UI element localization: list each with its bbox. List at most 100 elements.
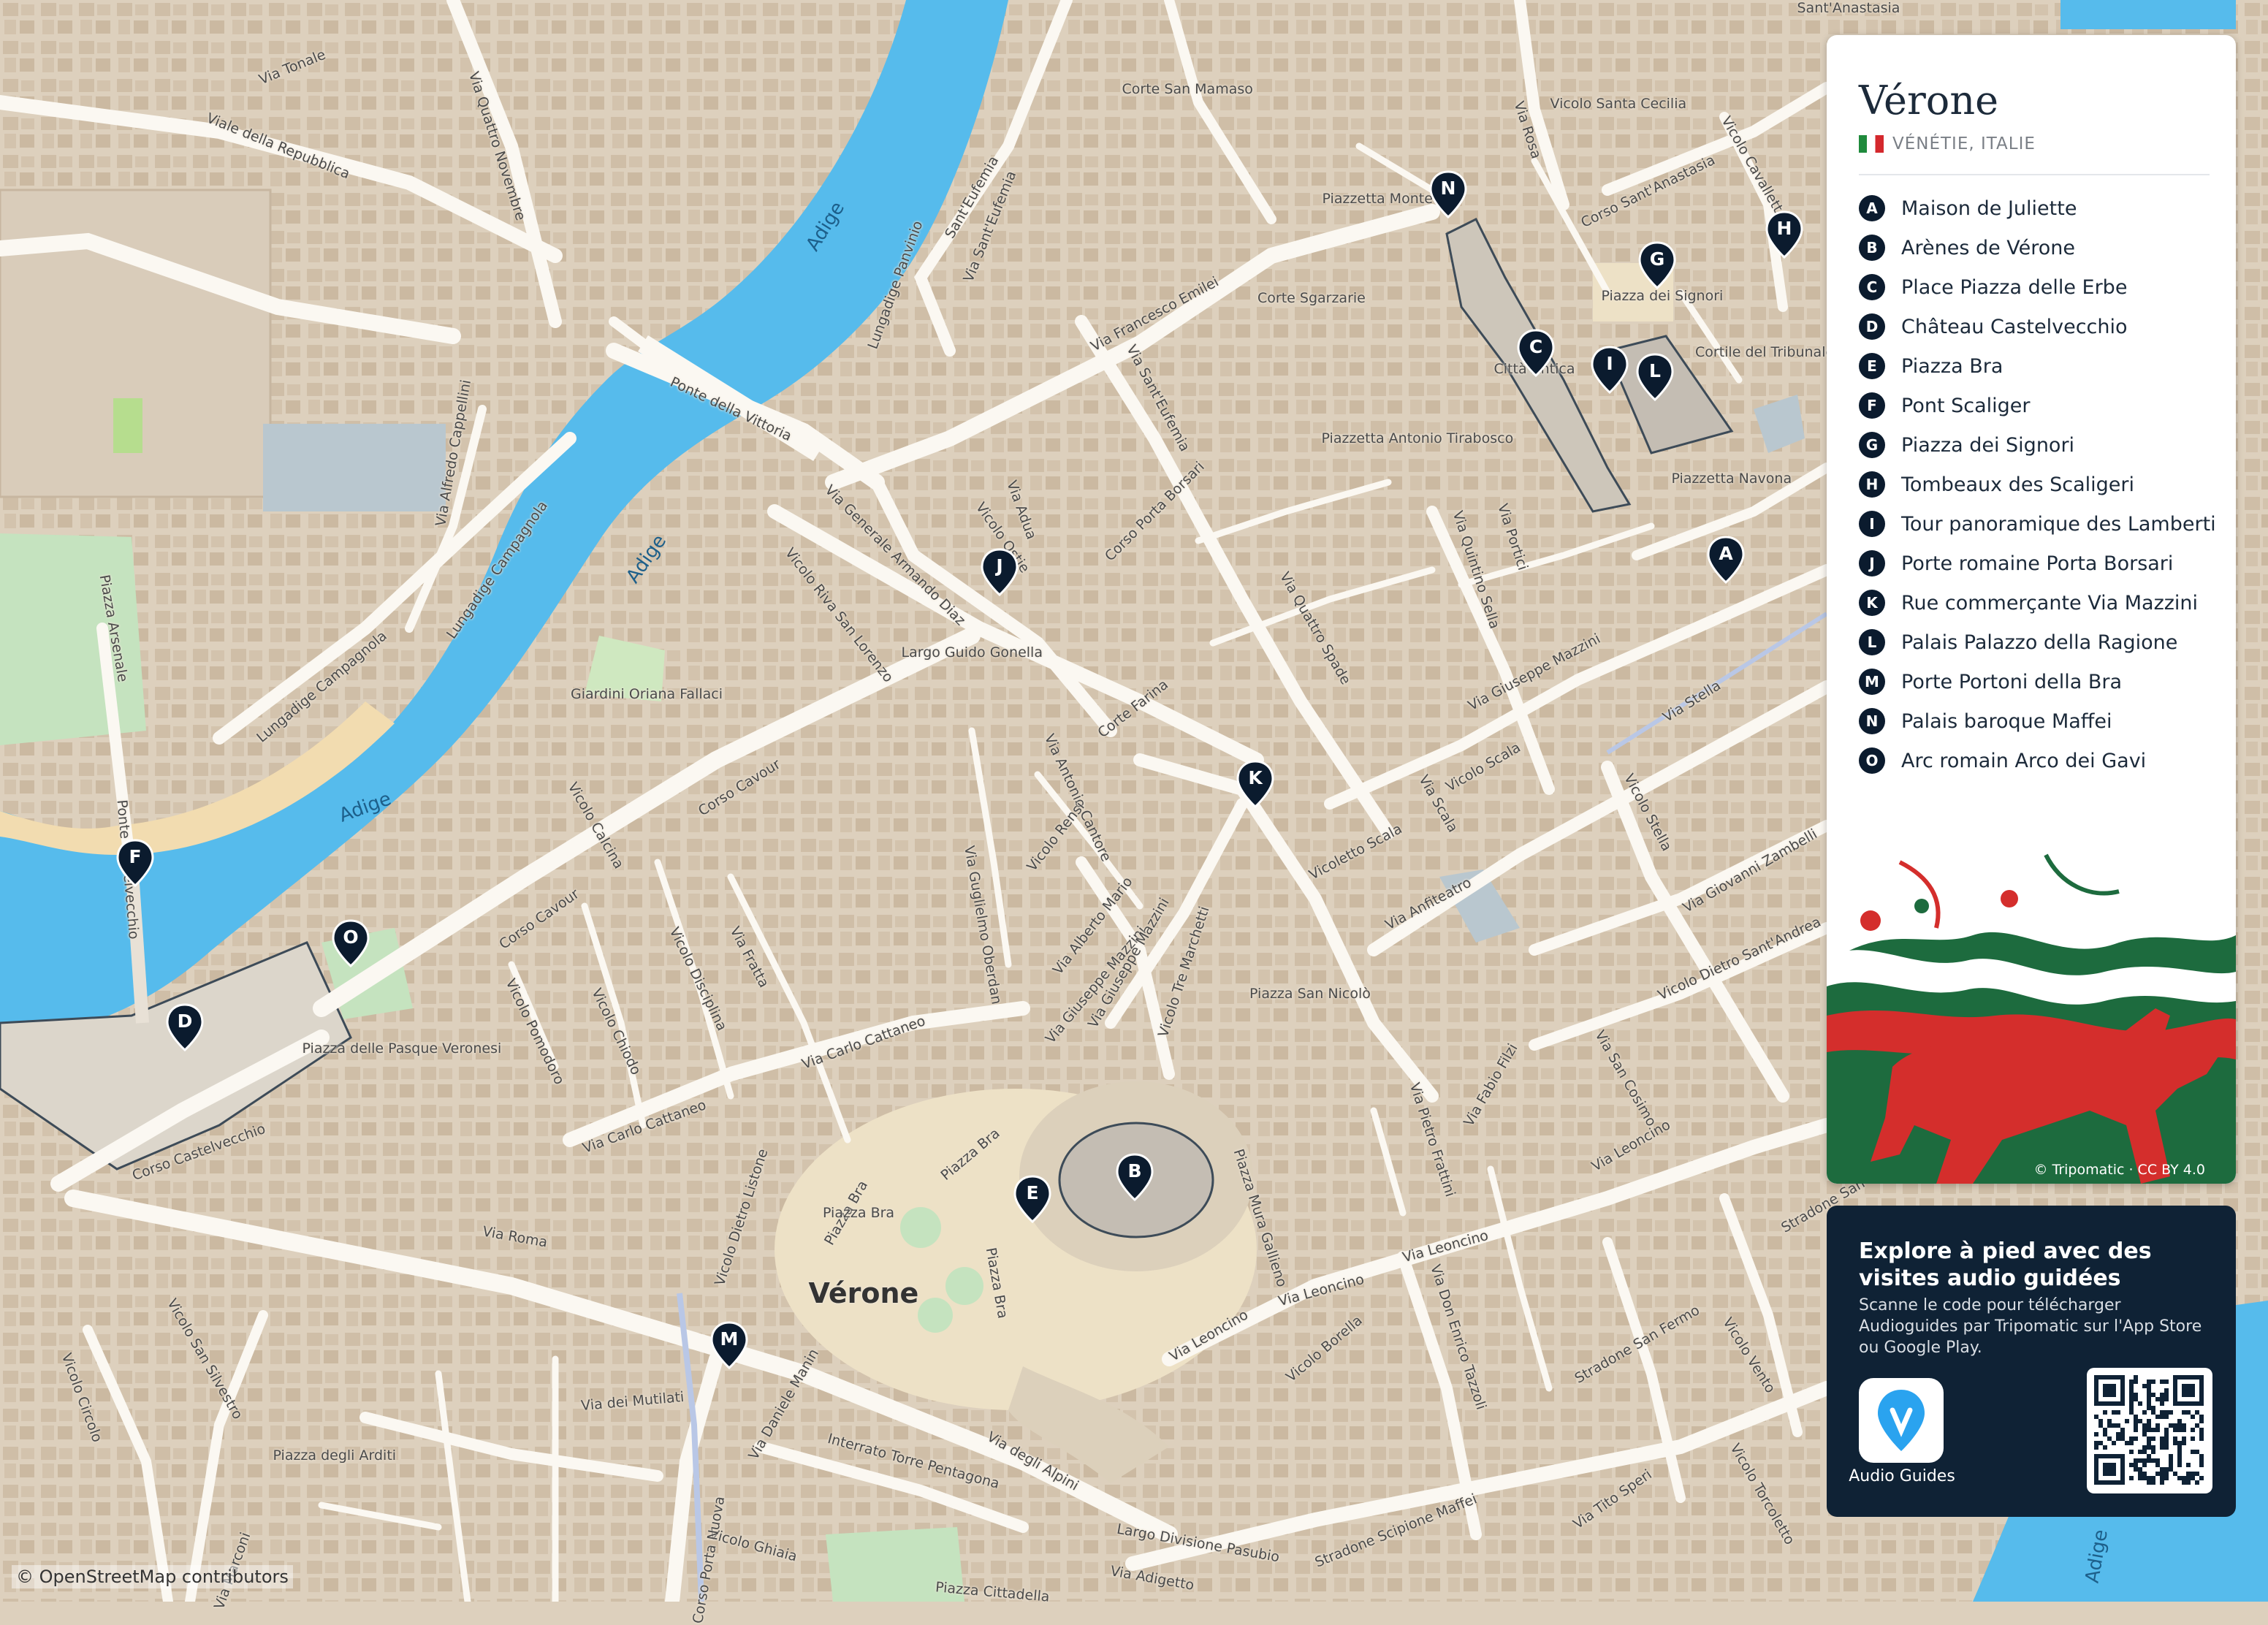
map-marker-letter: J bbox=[996, 555, 1003, 576]
poi-item[interactable]: F Pont Scaliger bbox=[1859, 386, 2216, 425]
poi-item[interactable]: B Arènes de Vérone bbox=[1859, 228, 2216, 267]
poi-item[interactable]: J Porte romaine Porta Borsari bbox=[1859, 544, 2216, 583]
street-label: Piazza dei Signori bbox=[1601, 288, 1724, 304]
poi-item[interactable]: G Piazza dei Signori bbox=[1859, 425, 2216, 465]
map-marker-letter: D bbox=[177, 1011, 193, 1032]
poi-item[interactable]: I Tour panoramique des Lamberti bbox=[1859, 504, 2216, 544]
map-marker-pin-icon[interactable]: M bbox=[709, 1321, 749, 1369]
art-credit: © Tripomatic · CC BY 4.0 bbox=[2033, 1162, 2205, 1178]
map-marker-pin-icon[interactable]: I bbox=[1590, 346, 1629, 394]
map-marker-pin-icon[interactable]: B bbox=[1115, 1153, 1154, 1201]
map-marker-pin-icon[interactable]: F bbox=[115, 839, 155, 887]
poi-item[interactable]: E Piazza Bra bbox=[1859, 346, 2216, 386]
street-label: Sant'Anastasia bbox=[1797, 0, 1900, 16]
street-label: Cortile del Tribunale bbox=[1695, 344, 1835, 360]
divider bbox=[1859, 174, 2210, 175]
poi-letter-badge: H bbox=[1859, 471, 1885, 498]
street-label: Largo Guido Gonella bbox=[901, 644, 1043, 661]
map-marker-pin-icon[interactable]: E bbox=[1013, 1175, 1052, 1223]
region-subtitle: VÉNÉTIE, ITALIE bbox=[1859, 134, 2036, 153]
poi-letter-badge: G bbox=[1859, 432, 1885, 458]
poi-name: Tour panoramique des Lamberti bbox=[1901, 512, 2216, 536]
poi-letter-badge: K bbox=[1859, 590, 1885, 616]
map-marker-letter: G bbox=[1649, 248, 1665, 270]
street-label: Piazzetta Navona bbox=[1671, 471, 1792, 487]
legend-panel: Vérone VÉNÉTIE, ITALIE A Maison de Juliet… bbox=[1827, 35, 2236, 1184]
map-marker-pin-icon[interactable]: L bbox=[1635, 353, 1675, 401]
poi-item[interactable]: N Palais baroque Maffei bbox=[1859, 701, 2216, 741]
poi-name: Arc romain Arco dei Gavi bbox=[1901, 749, 2147, 772]
map-marker-pin-icon[interactable]: D bbox=[165, 1003, 205, 1051]
poi-letter-badge: L bbox=[1859, 629, 1885, 655]
poi-name: Palais Palazzo della Ragione bbox=[1901, 631, 2178, 654]
region-label: VÉNÉTIE, ITALIE bbox=[1892, 134, 2036, 153]
poi-item[interactable]: M Porte Portoni della Bra bbox=[1859, 662, 2216, 701]
map-marker-letter: O bbox=[343, 926, 359, 948]
poi-letter-badge: B bbox=[1859, 235, 1885, 261]
poi-letter-badge: J bbox=[1859, 550, 1885, 576]
map-marker-letter: C bbox=[1529, 336, 1543, 357]
map-attribution[interactable]: © OpenStreetMap contributors bbox=[12, 1565, 293, 1588]
map-marker-letter: I bbox=[1606, 353, 1613, 374]
park bbox=[0, 533, 146, 745]
poi-item[interactable]: H Tombeaux des Scaligeri bbox=[1859, 465, 2216, 504]
map-marker-pin-icon[interactable]: C bbox=[1516, 329, 1556, 377]
poi-letter-badge: E bbox=[1859, 353, 1885, 379]
city-title: Vérone bbox=[1859, 77, 1999, 123]
poi-letter-badge: N bbox=[1859, 708, 1885, 734]
map-marker-pin-icon[interactable]: J bbox=[980, 548, 1019, 596]
poi-name: Pont Scaliger bbox=[1901, 394, 2031, 417]
street-label: Corte San Mamaso bbox=[1122, 81, 1253, 97]
poi-letter-badge: C bbox=[1859, 274, 1885, 300]
street-label: Piazza Bra bbox=[823, 1205, 895, 1221]
map-marker-letter: K bbox=[1248, 767, 1263, 788]
promo-description: Scanne le code pour télécharger Audiogui… bbox=[1859, 1296, 2202, 1357]
audio-guide-promo: Explore à pied avec des visites audio gu… bbox=[1827, 1206, 2236, 1517]
map-marker-letter: H bbox=[1776, 218, 1792, 239]
street-label: Piazzetta Monte bbox=[1322, 191, 1433, 207]
poi-item[interactable]: C Place Piazza delle Erbe bbox=[1859, 267, 2216, 307]
map-marker-pin-icon[interactable]: H bbox=[1765, 210, 1804, 259]
street-label: Piazza degli Arditi bbox=[273, 1447, 397, 1464]
poi-name: Tombeaux des Scaligeri bbox=[1901, 473, 2134, 496]
map-marker-letter: M bbox=[720, 1328, 739, 1350]
street-label: Piazza delle Pasque Veronesi bbox=[302, 1040, 502, 1057]
map-marker-pin-icon[interactable]: A bbox=[1706, 536, 1746, 584]
map-marker-pin-icon[interactable]: O bbox=[331, 919, 370, 967]
poi-letter-badge: A bbox=[1859, 195, 1885, 221]
poi-name: Place Piazza delle Erbe bbox=[1901, 275, 2128, 299]
map-marker-letter: F bbox=[129, 846, 142, 867]
promo-title: Explore à pied avec des visites audio gu… bbox=[1859, 1238, 2152, 1291]
italy-flag-icon bbox=[1859, 135, 1884, 153]
poi-item[interactable]: D Château Castelvecchio bbox=[1859, 307, 2216, 346]
poi-name: Porte Portoni della Bra bbox=[1901, 670, 2123, 693]
audio-guides-pin-icon[interactable] bbox=[1859, 1378, 1944, 1463]
decorative-wolf-artwork bbox=[1827, 833, 2236, 1184]
poi-name: Porte romaine Porta Borsari bbox=[1901, 552, 2174, 575]
city-label-verone: Vérone bbox=[808, 1277, 919, 1309]
map-marker-letter: N bbox=[1440, 178, 1456, 199]
street-label: Giardini Oriana Fallaci bbox=[571, 686, 723, 702]
poi-name: Rue commerçante Via Mazzini bbox=[1901, 591, 2199, 614]
poi-name: Piazza dei Signori bbox=[1901, 433, 2075, 457]
poi-name: Maison de Juliette bbox=[1901, 197, 2077, 220]
map-marker-letter: A bbox=[1719, 543, 1733, 564]
street-label: Vicolo Santa Cecilia bbox=[1550, 96, 1687, 112]
map-marker-letter: E bbox=[1026, 1182, 1039, 1203]
poi-item[interactable]: A Maison de Juliette bbox=[1859, 189, 2216, 228]
poi-name: Piazza Bra bbox=[1901, 354, 2003, 378]
poi-item[interactable]: O Arc romain Arco dei Gavi bbox=[1859, 741, 2216, 780]
qr-code-icon[interactable] bbox=[2087, 1368, 2212, 1493]
poi-letter-badge: O bbox=[1859, 747, 1885, 774]
poi-list: A Maison de Juliette B Arènes de Vérone C Pla… bbox=[1859, 189, 2216, 780]
map-marker-pin-icon[interactable]: G bbox=[1637, 241, 1677, 289]
poi-item[interactable]: K Rue commerçante Via Mazzini bbox=[1859, 583, 2216, 623]
river-adige-east bbox=[2060, 0, 2236, 29]
street-label: Corte Sgarzarie bbox=[1257, 290, 1366, 306]
map-marker-pin-icon[interactable]: K bbox=[1236, 760, 1275, 808]
poi-item[interactable]: L Palais Palazzo della Ragione bbox=[1859, 623, 2216, 662]
poi-letter-badge: I bbox=[1859, 511, 1885, 537]
map-marker-pin-icon[interactable]: N bbox=[1428, 170, 1468, 218]
app-label: Audio Guides bbox=[1849, 1467, 1955, 1485]
poi-name: Palais baroque Maffei bbox=[1901, 709, 2112, 733]
